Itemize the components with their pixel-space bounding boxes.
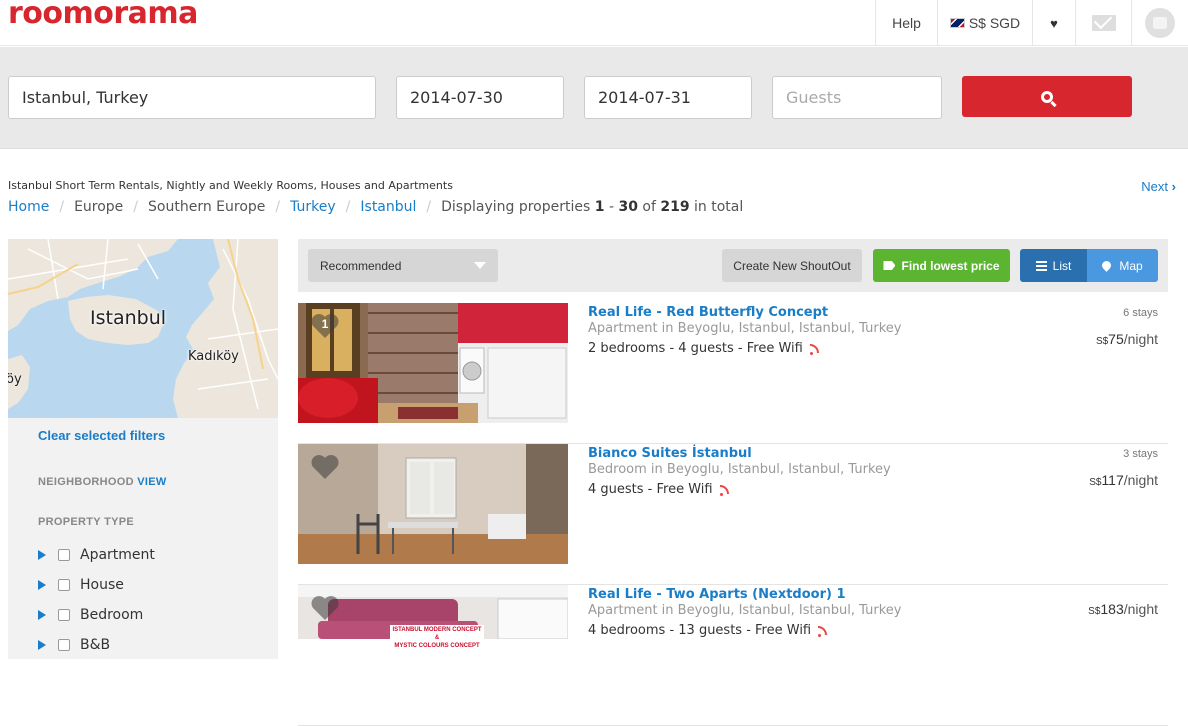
property-type-bedroom[interactable]: Bedroom: [38, 605, 143, 625]
listing-photo[interactable]: [298, 444, 568, 564]
breadcrumb-istanbul[interactable]: Istanbul: [360, 199, 416, 215]
listing-photo[interactable]: ISTANBUL MODERN CONCEPT & MYSTIC COLOURS…: [298, 585, 568, 705]
listing-location: Bedroom in Beyoglu, Istanbul, Istanbul, …: [588, 462, 891, 477]
location-input[interactable]: Istanbul, Turkey: [8, 76, 376, 119]
listing-info: 4 bedrooms - 13 guests - Free Wifi: [588, 623, 828, 638]
breadcrumb-southern-europe: Southern Europe: [148, 199, 266, 215]
map-label-kadikoy: Kadıköy: [188, 349, 239, 364]
neighborhood-view-link[interactable]: VIEW: [137, 476, 166, 488]
listing-title[interactable]: Real Life - Two Aparts (Nextdoor) 1: [588, 587, 846, 602]
map-view-button[interactable]: Map: [1087, 249, 1158, 282]
map-pin-icon: [1100, 259, 1114, 272]
chevron-right-icon: ›: [1171, 179, 1176, 194]
listing-card[interactable]: 1 Real Life - Red Butterfly Concept Apar…: [298, 303, 1168, 444]
listing-info: 4 guests - Free Wifi: [588, 482, 729, 497]
breadcrumb-home[interactable]: Home: [8, 199, 49, 215]
map-label-istanbul: Istanbul: [90, 307, 167, 329]
expand-arrow-icon[interactable]: [38, 640, 46, 650]
help-link[interactable]: Help: [875, 0, 937, 46]
favorite-count: 1: [321, 317, 329, 331]
search-button[interactable]: [962, 76, 1132, 117]
mail-icon: [1091, 15, 1116, 31]
map-label-edge: öy: [8, 372, 22, 387]
property-type-apartment[interactable]: Apartment: [38, 545, 155, 565]
search-icon: [1041, 90, 1053, 103]
search-bar: Istanbul, Turkey 2014-07-30 2014-07-31 G…: [0, 47, 1188, 149]
property-type-house[interactable]: House: [38, 575, 124, 595]
checkout-date-input[interactable]: 2014-07-31: [584, 76, 752, 119]
checkin-date-input[interactable]: 2014-07-30: [396, 76, 564, 119]
expand-arrow-icon[interactable]: [38, 550, 46, 560]
bnb-checkbox[interactable]: [58, 639, 70, 651]
breadcrumb-separator: /: [345, 199, 351, 215]
apartment-checkbox[interactable]: [58, 549, 70, 561]
breadcrumb-separator: /: [275, 199, 281, 215]
filter-sidebar: Istanbul Kadıköy öy Clear selected filte…: [8, 239, 278, 659]
uk-flag-icon: [949, 18, 965, 28]
list-view-button[interactable]: List: [1020, 249, 1087, 282]
property-type-bnb[interactable]: B&B: [38, 635, 110, 655]
currency-selector[interactable]: S$ SGD: [937, 0, 1032, 46]
breadcrumb-europe: Europe: [74, 199, 124, 215]
wifi-icon: [818, 626, 828, 637]
neighborhood-map[interactable]: Istanbul Kadıköy öy: [8, 239, 278, 418]
wifi-icon: [809, 344, 819, 355]
listing-price: S$117/night: [1089, 472, 1158, 488]
page-title: Istanbul Short Term Rentals, Nightly and…: [8, 179, 453, 192]
expand-arrow-icon[interactable]: [38, 580, 46, 590]
breadcrumb-separator: /: [133, 199, 139, 215]
wifi-icon: [719, 485, 729, 496]
messages-button[interactable]: [1075, 0, 1131, 46]
top-header: roomoramaTM Help S$ SGD ♥: [0, 0, 1188, 46]
top-nav: Help S$ SGD ♥: [875, 0, 1188, 46]
user-menu-button[interactable]: [1131, 0, 1188, 46]
tag-icon: [883, 261, 896, 270]
breadcrumb: Home / Europe / Southern Europe / Turkey…: [8, 199, 743, 215]
listing-title[interactable]: Real Life - Red Butterfly Concept: [588, 305, 828, 320]
house-checkbox[interactable]: [58, 579, 70, 591]
sort-dropdown[interactable]: Recommended: [308, 249, 498, 282]
listing-title[interactable]: Bianco Suites İstanbul: [588, 446, 752, 461]
favorites-button[interactable]: ♥: [1032, 0, 1075, 46]
listing-card[interactable]: Bianco Suites İstanbul Bedroom in Beyogl…: [298, 444, 1168, 585]
breadcrumb-separator: /: [59, 199, 65, 215]
listing-card[interactable]: ISTANBUL MODERN CONCEPT & MYSTIC COLOURS…: [298, 585, 1168, 726]
breadcrumb-separator: /: [426, 199, 432, 215]
breadcrumb-turkey[interactable]: Turkey: [290, 199, 336, 215]
results-count: Displaying properties 1 - 30 of 219 in t…: [441, 199, 744, 215]
listing-stays: 6 stays: [1123, 307, 1158, 319]
favorite-heart-icon[interactable]: [310, 595, 340, 621]
create-shoutout-button[interactable]: Create New ShoutOut: [722, 249, 862, 282]
listing-price: S$183/night: [1088, 601, 1158, 617]
listing-price: S$75/night: [1095, 331, 1158, 347]
photo-caption: ISTANBUL MODERN CONCEPT & MYSTIC COLOURS…: [390, 625, 484, 650]
clear-filters-link[interactable]: Clear selected filters: [38, 428, 165, 443]
bedroom-checkbox[interactable]: [58, 609, 70, 621]
heart-icon: ♥: [1050, 15, 1058, 31]
next-page-link[interactable]: Next ›: [1141, 179, 1176, 194]
caret-down-icon: [474, 262, 486, 269]
list-icon: [1035, 260, 1047, 271]
favorite-heart-icon[interactable]: [310, 454, 340, 480]
listing-info: 2 bedrooms - 4 guests - Free Wifi: [588, 341, 819, 356]
neighborhood-heading: NEIGHBORHOOD VIEW: [38, 476, 167, 488]
roomorama-logo[interactable]: roomoramaTM: [8, 0, 209, 31]
listing-photo[interactable]: 1: [298, 303, 568, 423]
find-lowest-price-button[interactable]: Find lowest price: [873, 249, 1010, 282]
property-type-heading: PROPERTY TYPE: [38, 516, 134, 528]
avatar-icon: [1145, 8, 1175, 38]
expand-arrow-icon[interactable]: [38, 610, 46, 620]
guests-input[interactable]: Guests: [772, 76, 942, 119]
listing-location: Apartment in Beyoglu, Istanbul, Istanbul…: [588, 603, 902, 618]
listing-location: Apartment in Beyoglu, Istanbul, Istanbul…: [588, 321, 902, 336]
listing-stays: 3 stays: [1123, 448, 1158, 460]
results-toolbar: Recommended Create New ShoutOut Find low…: [298, 239, 1168, 292]
